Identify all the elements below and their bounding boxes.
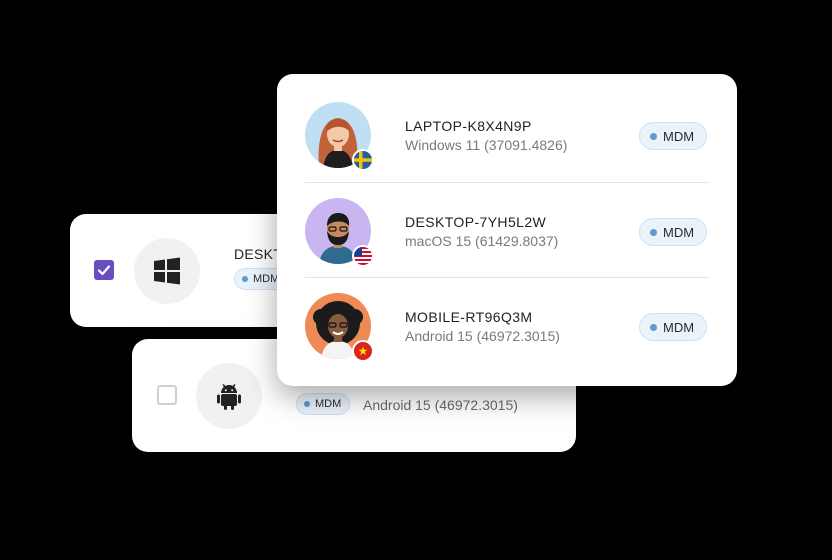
status-dot: [650, 323, 657, 331]
device-os-version: Android 15 (46972.3015): [363, 397, 518, 413]
device-name: MOBILE-RT96Q3M: [405, 309, 533, 325]
vietnam-flag-icon: [352, 340, 374, 362]
windows-icon: [154, 257, 180, 285]
device-name: LAPTOP-K8X4N9P: [405, 118, 532, 134]
list-item[interactable]: DESKTOP-7YH5L2W macOS 15 (61429.8037) MD…: [277, 182, 737, 276]
android-icon: [217, 384, 241, 410]
device-title-partial: DESKT: [234, 246, 283, 262]
select-checkbox-unchecked[interactable]: [157, 385, 177, 405]
device-name: DESKTOP-7YH5L2W: [405, 214, 547, 230]
mdm-badge-label: MDM: [663, 224, 695, 240]
check-icon: [97, 265, 111, 276]
status-dot: [304, 401, 310, 407]
status-dot: [650, 132, 657, 140]
android-icon-container: [196, 363, 262, 429]
list-item[interactable]: MOBILE-RT96Q3M Android 15 (46972.3015) M…: [277, 277, 737, 371]
usa-flag-icon: [352, 245, 374, 267]
mdm-badge: MDM: [639, 122, 708, 150]
select-checkbox-checked[interactable]: [94, 260, 114, 280]
device-os: Android 15 (46972.3015): [405, 328, 560, 344]
windows-icon-container: [134, 238, 200, 304]
sweden-flag-icon: [352, 149, 374, 171]
list-item[interactable]: LAPTOP-K8X4N9P Windows 11 (37091.4826) M…: [277, 86, 737, 180]
mdm-badge: MDM: [639, 218, 708, 246]
status-dot: [650, 228, 657, 236]
mdm-badge: MDM: [296, 393, 351, 415]
device-os: Windows 11 (37091.4826): [405, 137, 568, 153]
mdm-badge-label: MDM: [663, 128, 695, 144]
device-list-card: LAPTOP-K8X4N9P Windows 11 (37091.4826) M…: [277, 74, 737, 386]
status-dot: [242, 276, 248, 282]
mdm-badge-label: MDM: [253, 273, 280, 285]
mdm-badge-label: MDM: [663, 319, 695, 335]
device-os: macOS 15 (61429.8037): [405, 233, 559, 249]
mdm-badge-label: MDM: [315, 398, 342, 410]
mdm-badge: MDM: [639, 313, 708, 341]
